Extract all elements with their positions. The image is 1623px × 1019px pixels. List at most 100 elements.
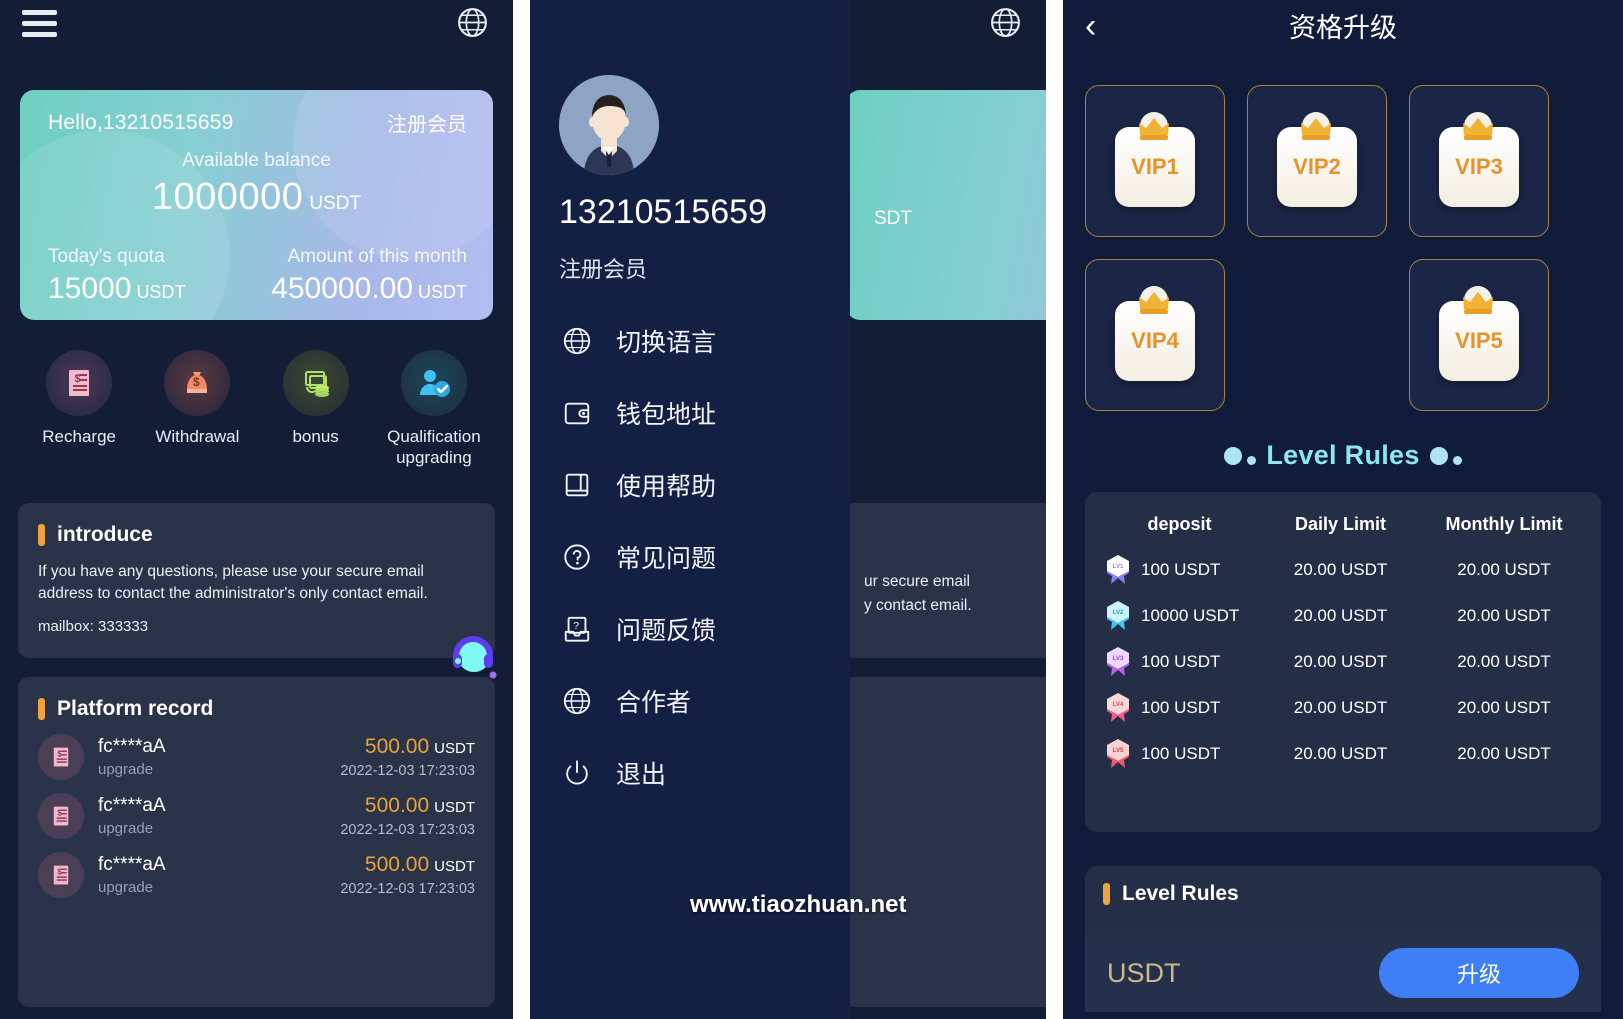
drawer-item-usage-help[interactable]: 使用帮助: [530, 449, 850, 521]
vip-level-card-3[interactable]: VIP3: [1409, 85, 1549, 237]
globe-icon[interactable]: [456, 6, 489, 39]
record-amount-number: 500.00: [364, 794, 430, 817]
quick-action-label: bonus: [292, 427, 339, 446]
record-amount-unit: USDT: [434, 740, 475, 757]
quick-actions-row: $ Recharge $ Withdrawal bonus Qualificat…: [20, 350, 493, 469]
site-watermark: www.tiaozhuan.net: [690, 891, 907, 918]
deposit-cell: LV2 10000 USDT: [1099, 600, 1260, 632]
drawer-item-wallet-address[interactable]: 钱包地址: [530, 377, 850, 449]
hamburger-bar: [22, 32, 57, 37]
vip-level-card-5[interactable]: VIP5: [1409, 259, 1549, 411]
monthly-limit-value: 20.00 USDT: [1457, 652, 1551, 671]
svg-text:LV2: LV2: [1113, 610, 1124, 616]
record-amount-unit: USDT: [434, 858, 475, 875]
hamburger-icon[interactable]: [22, 10, 57, 42]
background-balance-card: 注册会员 金额 0000.00USDT SDT: [846, 90, 1046, 320]
svg-text:LV4: LV4: [1113, 702, 1124, 708]
table-row[interactable]: $ fc****aA upgrade 500.00 USDT 2022-12-03…: [18, 780, 495, 839]
introduce-title: introduce: [57, 523, 153, 546]
table-row[interactable]: 500.00USDT 2022-12-03 17:23:03: [844, 768, 1046, 838]
level-rules-heading-row: Level Rules: [1063, 440, 1623, 471]
decoration-dots-left: [1224, 446, 1257, 465]
hamburger-bar: [22, 21, 57, 26]
background-card-footer: 金额 0000.00USDT: [874, 241, 1046, 306]
crown-icon: [1131, 285, 1177, 325]
deposit-value: 100 USDT: [1141, 744, 1221, 763]
table-row: LV3 100 USDT 20.00 USDT 20.00 USDT: [1099, 639, 1587, 685]
quick-action-recharge[interactable]: $ Recharge: [20, 350, 138, 469]
record-info: fc****aA upgrade: [98, 795, 340, 837]
table-row: LV2 10000 USDT 20.00 USDT 20.00 USDT: [1099, 593, 1587, 639]
crown-icon: [1455, 285, 1501, 325]
customer-service-headset-icon[interactable]: [447, 628, 499, 680]
deposit-value: 100 USDT: [1141, 560, 1221, 579]
quick-action-label: Qualification upgrading: [387, 427, 481, 468]
crown-icon: [1455, 111, 1501, 151]
drawer-phone-number: 13210515659: [559, 193, 768, 231]
question-circle-icon: [560, 540, 594, 574]
record-amount-number: 500.00: [364, 853, 430, 876]
background-introduce-line1: ur secure email: [864, 573, 970, 590]
introduce-card: introduce If you have any questions, ple…: [18, 503, 495, 658]
column-header-daily-limit: Daily Limit: [1295, 514, 1387, 534]
title-accent-bar: [38, 524, 45, 546]
table-row[interactable]: $ fc****aA upgrade 500.00 USDT 2022-12-03…: [18, 721, 495, 780]
deposit-value: 10000 USDT: [1141, 606, 1240, 625]
monthly-limit-value: 20.00 USDT: [1457, 606, 1551, 625]
side-drawer-panel: 注册会员 金额 0000.00USDT SDT 金: [530, 0, 1046, 1019]
table-row[interactable]: $ fc****aA upgrade 500.00 USDT 2022-12-03…: [18, 839, 495, 898]
drawer-item-label: 退出: [616, 761, 667, 789]
record-user: fc****aA: [98, 736, 166, 757]
globe-icon[interactable]: [989, 6, 1022, 39]
dot-large: [1224, 446, 1243, 465]
quick-action-placeholder: [964, 350, 1046, 447]
level-rules-heading: Level Rules: [1266, 440, 1420, 470]
vip-badge: VIP2: [1269, 111, 1365, 211]
drawer-item-switch-language[interactable]: 切换语言: [530, 305, 850, 377]
available-balance-value: 1000000: [151, 176, 304, 218]
svg-text:LV3: LV3: [1113, 656, 1124, 662]
available-balance-row: 1000000 USDT: [20, 176, 493, 219]
dot-large: [1429, 446, 1448, 465]
vip-level-grid: VIP1 VIP2 VIP3 VIP4 VIP5: [1085, 85, 1601, 411]
dot-small: [1452, 455, 1462, 465]
drawer-item-partner[interactable]: 合作者: [530, 665, 850, 737]
background-record-card: 500.00USDT 2022-12-03 17:23:03 500.00USD…: [844, 677, 1046, 1007]
panel-divider: [513, 0, 530, 1019]
background-quick-actions-row: 金 资格升级: [846, 350, 1046, 447]
vip-level-card-4[interactable]: VIP4: [1085, 259, 1225, 411]
drawer-item-feedback[interactable]: ? 问题反馈: [530, 593, 850, 665]
user-verified-icon: [400, 350, 467, 416]
avatar[interactable]: [559, 75, 659, 175]
table-row[interactable]: 500.00USDT 2022-12-03 17:23:03: [844, 677, 1046, 768]
screenshot-stage: Hello,13210515659 注册会员 Available balance…: [0, 0, 1623, 1019]
monthly-limit-value: 20.00 USDT: [1457, 560, 1551, 579]
introduce-body: If you have any questions, please use yo…: [38, 563, 428, 603]
drawer-item-logout[interactable]: 退出: [530, 737, 850, 809]
footer-title-row: Level Rules: [1085, 866, 1601, 906]
svg-text:?: ?: [573, 621, 579, 632]
book-icon: [560, 468, 594, 502]
drawer-member-badge: 注册会员: [559, 257, 648, 282]
level-badge-lv2-icon: LV2: [1104, 600, 1132, 632]
introduce-title-row: introduce: [18, 503, 495, 547]
level-badge-lv4-icon: LV4: [1104, 692, 1132, 724]
balance-card: Hello,13210515659 注册会员 Available balance…: [20, 90, 493, 320]
today-quota-block: Today's quota 15000 USDT: [48, 246, 185, 306]
available-balance-unit: USDT: [309, 193, 362, 214]
upgrade-button[interactable]: 升级: [1379, 948, 1579, 998]
quick-action-label: Recharge: [42, 427, 116, 446]
quick-action-withdrawal[interactable]: $ Withdrawal: [138, 350, 256, 469]
vip-level-card-2[interactable]: VIP2: [1247, 85, 1387, 237]
receipt-dollar-icon: $: [38, 793, 84, 839]
svg-text:LV5: LV5: [1113, 748, 1124, 754]
vip-level-card-1[interactable]: VIP1: [1085, 85, 1225, 237]
record-title-row: Platform record: [18, 677, 495, 721]
quick-action-bonus[interactable]: bonus: [257, 350, 375, 469]
platform-record-card: Platform record $ fc****aA upgrade 500.0…: [18, 677, 495, 1007]
quick-action-qualification[interactable]: Qualification upgrading: [375, 350, 493, 469]
daily-limit-value: 20.00 USDT: [1293, 560, 1388, 579]
drawer-item-faq[interactable]: 常见问题: [530, 521, 850, 593]
month-amount-number: 450000.00: [271, 272, 413, 305]
drawer-item-label: 常见问题: [616, 545, 717, 573]
